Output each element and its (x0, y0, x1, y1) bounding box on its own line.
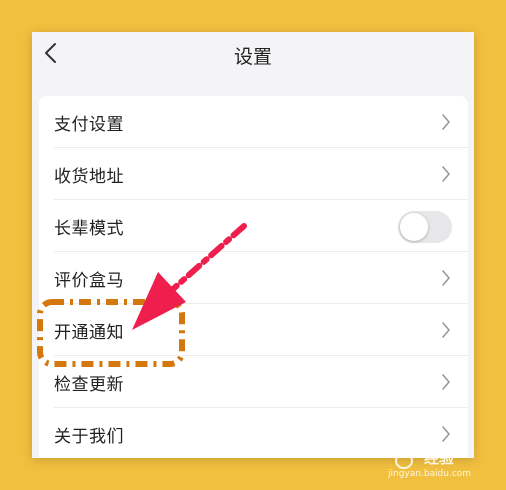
navigation-bar: 设置 (32, 32, 474, 92)
settings-item-rate-app[interactable]: 评价盒马 (39, 252, 468, 304)
chevron-right-icon (442, 114, 450, 130)
settings-item-check-update[interactable]: 检查更新 (39, 356, 468, 408)
settings-item-label: 收货地址 (54, 167, 124, 187)
watermark: 经验 jingyan.baidu.com (386, 444, 496, 484)
settings-item-label: 评价盒马 (54, 271, 124, 291)
settings-item-elder-mode: 长辈模式 (39, 200, 468, 252)
settings-item-label: 长辈模式 (54, 219, 124, 239)
chevron-right-icon (442, 270, 450, 286)
chevron-right-icon (442, 322, 450, 338)
chevron-right-icon (442, 426, 450, 442)
watermark-url: jingyan.baidu.com (388, 469, 472, 479)
page-title: 设置 (233, 46, 272, 68)
paw-logo-icon (390, 445, 418, 469)
toggle-knob (400, 213, 428, 241)
settings-list: 支付设置 收货地址 长辈模式 评价盒马 开通通知 检查更新 关于我们 (39, 96, 468, 458)
elder-mode-toggle[interactable] (398, 211, 452, 243)
settings-item-label: 开通通知 (54, 323, 124, 343)
chevron-right-icon (442, 374, 450, 390)
settings-item-label: 检查更新 (54, 375, 124, 395)
settings-item-label: 支付设置 (54, 115, 124, 135)
settings-item-payment[interactable]: 支付设置 (39, 96, 468, 148)
phone-screen: 设置 支付设置 收货地址 长辈模式 评价盒马 开通通知 检查更新 关于我们 (32, 32, 474, 458)
chevron-right-icon (442, 166, 450, 182)
settings-item-notifications[interactable]: 开通通知 (39, 304, 468, 356)
settings-item-address[interactable]: 收货地址 (39, 148, 468, 200)
settings-item-label: 关于我们 (54, 427, 124, 447)
watermark-brand: 经验 (424, 449, 455, 467)
